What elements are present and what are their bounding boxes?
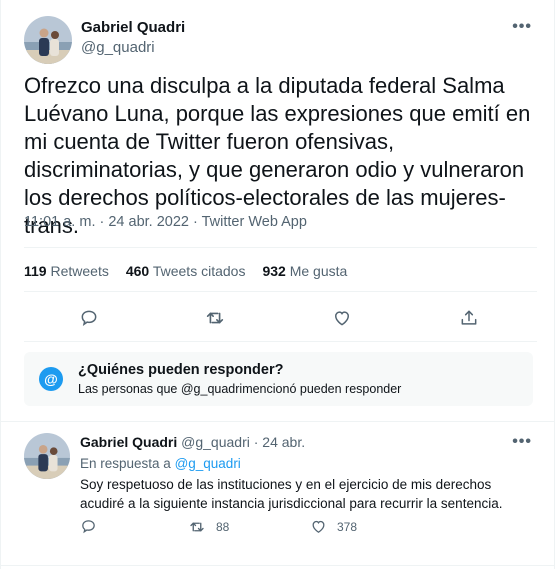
quotes-count: 460	[125, 263, 150, 279]
reply-author-avatar[interactable]	[24, 433, 70, 479]
share-icon[interactable]	[454, 303, 484, 333]
likes-stat[interactable]: 932 Me gusta	[262, 263, 347, 279]
retweets-label: Retweets	[50, 263, 109, 279]
tweet-thread: Gabriel Quadri @g_quadri ••• Ofrezco una…	[0, 0, 555, 569]
quotes-label: Tweets citados	[152, 263, 246, 279]
reply-icon[interactable]	[74, 303, 104, 333]
divider	[1, 565, 554, 566]
tweet-actions	[24, 303, 537, 333]
tweet-stats: 119 Retweets 460 Tweets citados 932 Me g…	[24, 263, 347, 279]
reply-actions: 88 378	[80, 518, 380, 542]
reply-likes-count: 378	[337, 519, 358, 534]
in-reply-handle[interactable]: @g_quadri	[175, 456, 241, 471]
divider	[1, 421, 554, 422]
retweet-icon[interactable]	[200, 303, 230, 333]
tweet-time[interactable]: 11:01 a. m.	[24, 214, 95, 230]
reply-icon[interactable]	[80, 518, 97, 535]
retweet-button[interactable]: 88	[188, 518, 229, 536]
reply-separator: ·	[253, 434, 259, 450]
quotes-stat[interactable]: 460 Tweets citados	[126, 263, 246, 279]
tweet-date[interactable]: 24 abr. 2022	[108, 214, 189, 230]
reply-header: Gabriel Quadri @g_quadri · 24 abr.	[80, 434, 305, 450]
divider	[24, 291, 537, 292]
tweet-source[interactable]: Twitter Web App	[202, 214, 307, 230]
reply-text: Soy respetuoso de las instituciones y en…	[80, 477, 503, 511]
who-can-reply-subtitle: Las personas que @g_quadrimencionó puede…	[78, 382, 402, 396]
tweet-meta: 11:01 a. m. · 24 abr. 2022 · Twitter Web…	[24, 214, 307, 230]
author-avatar[interactable]	[24, 16, 72, 64]
divider	[24, 247, 537, 248]
author-handle[interactable]: @g_quadri	[81, 39, 155, 56]
author-name[interactable]: Gabriel Quadri	[81, 19, 185, 36]
like-icon	[312, 520, 325, 533]
retweet-icon	[190, 522, 204, 532]
meta-separator: ·	[189, 214, 202, 230]
more-icon[interactable]: •••	[512, 18, 532, 36]
likes-label: Me gusta	[289, 263, 348, 279]
retweets-count: 119	[24, 263, 47, 279]
likes-count: 932	[262, 263, 286, 279]
retweets-stat[interactable]: 119 Retweets	[24, 263, 109, 279]
who-can-reply-title: ¿Quiénes pueden responder?	[78, 362, 284, 378]
meta-separator: ·	[95, 214, 109, 230]
more-icon[interactable]: •••	[512, 433, 532, 451]
like-button[interactable]: 378	[310, 518, 357, 535]
reply-author-handle[interactable]: @g_quadri	[181, 434, 250, 450]
at-icon: @	[39, 367, 63, 391]
divider	[24, 341, 537, 342]
who-can-reply-box: @ ¿Quiénes pueden responder? Las persona…	[24, 352, 533, 406]
in-reply-prefix: En respuesta a	[80, 456, 175, 471]
like-icon[interactable]	[327, 303, 357, 333]
reply-retweets-count: 88	[216, 520, 230, 534]
reply-author-name[interactable]: Gabriel Quadri	[80, 434, 177, 450]
in-reply-to: En respuesta a @g_quadri	[80, 456, 241, 471]
reply-date[interactable]: 24 abr.	[262, 434, 305, 450]
